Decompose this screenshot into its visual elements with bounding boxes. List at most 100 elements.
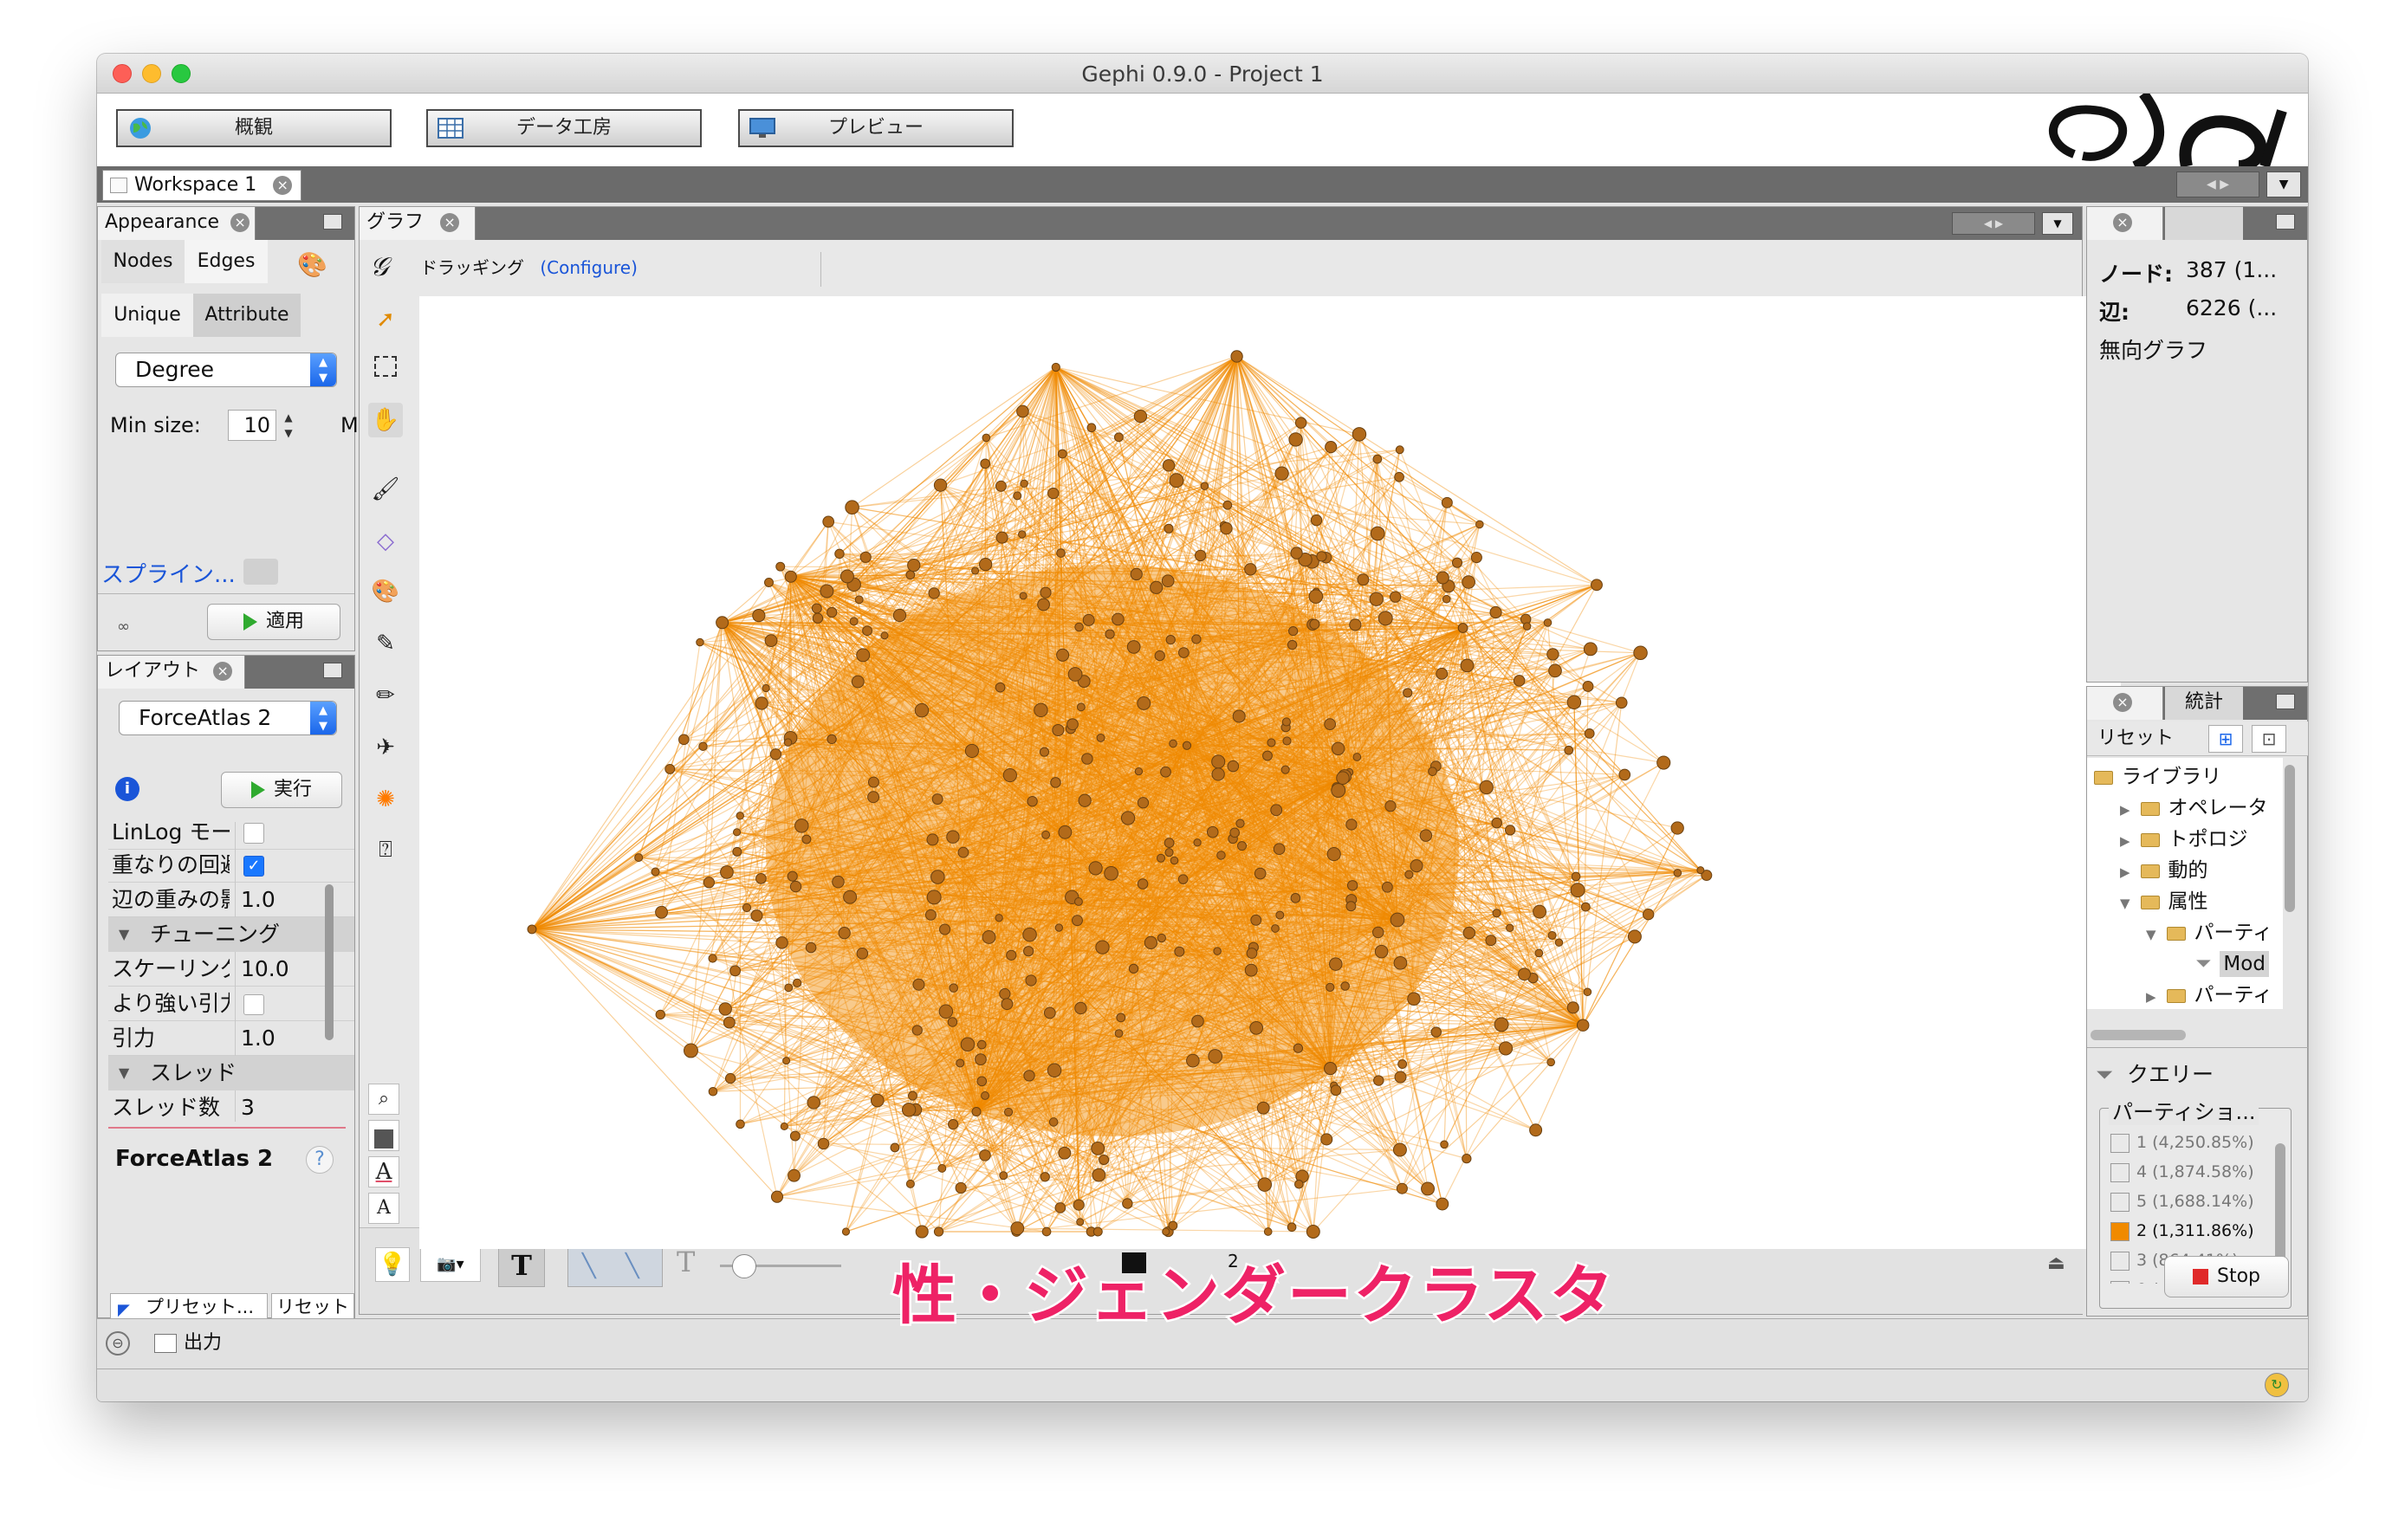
workspace-menu-button[interactable]: ▼ xyxy=(2266,171,2301,197)
configure-link[interactable]: (Configure) xyxy=(540,257,638,278)
tree-hscrollbar[interactable] xyxy=(2091,1030,2186,1040)
property-value[interactable]: 10.0 xyxy=(235,952,354,987)
property-checkbox[interactable] xyxy=(243,994,264,1015)
overview-mode-button[interactable]: 概観 xyxy=(116,109,392,147)
close-layout-icon[interactable]: × xyxy=(213,662,233,681)
workspace-tab[interactable]: Workspace 1 × xyxy=(102,170,301,201)
shortest-path-icon[interactable]: ✈ xyxy=(368,730,403,765)
graph-nav-arrows[interactable]: ◀ ▶ xyxy=(1952,212,2035,235)
min-size-input[interactable]: 10 xyxy=(228,410,276,441)
property-value[interactable]: 1.0 xyxy=(235,883,354,917)
partition-checkbox[interactable] xyxy=(2110,1280,2129,1284)
nodes-tab[interactable]: Nodes xyxy=(101,240,185,283)
show-labels-icon[interactable]: T xyxy=(498,1244,545,1287)
appearance-tab[interactable]: Appearance × xyxy=(98,207,256,240)
filter-tree-item[interactable]: ▼ 属性 xyxy=(2120,886,2208,917)
filter-tree-item[interactable]: ▶ オペレータ xyxy=(2120,793,2268,824)
expand-toolbar-icon[interactable]: ⏏ xyxy=(2047,1252,2065,1274)
heat-map-icon[interactable]: ✺ xyxy=(368,782,403,817)
partition-item[interactable]: 5 (1,688.14%) xyxy=(2110,1187,2254,1216)
partition-checkbox[interactable] xyxy=(2110,1192,2129,1212)
select-cursor-icon[interactable]: ➚ xyxy=(368,302,403,337)
partition-item[interactable]: 2 (1,311.86%) xyxy=(2110,1216,2254,1246)
edge-display-toggles[interactable]: ╲ ╲ xyxy=(567,1244,663,1287)
partition-checkbox[interactable] xyxy=(2110,1251,2129,1271)
close-filters-icon[interactable]: × xyxy=(2113,693,2132,712)
partition-checkbox[interactable] xyxy=(2110,1162,2129,1182)
workspace-nav-arrows[interactable]: ◀ ▶ xyxy=(2176,171,2259,197)
presets-button[interactable]: ◤ プリセット... xyxy=(110,1293,268,1321)
attribute-tab[interactable]: Attribute xyxy=(193,294,301,337)
partition-checkbox[interactable] xyxy=(2110,1133,2129,1153)
minimize-context-icon[interactable] xyxy=(2276,214,2295,230)
background-color-icon[interactable] xyxy=(368,1120,399,1151)
save-filter-icon[interactable]: ⊡ xyxy=(2252,725,2286,753)
attribute-select[interactable]: Degree ▲ ▼ xyxy=(115,353,337,387)
text-color-icon[interactable]: A xyxy=(368,1156,399,1187)
rectangle-select-icon[interactable] xyxy=(368,353,403,387)
property-value[interactable]: 3 xyxy=(235,1090,354,1122)
layout-algorithm-select[interactable]: ForceAtlas 2 ▲ ▼ xyxy=(119,701,337,735)
pencil-icon[interactable]: ✎ xyxy=(368,626,403,661)
graph-menu-button[interactable]: ▼ xyxy=(2042,212,2073,235)
minimize-layout-icon[interactable] xyxy=(323,663,342,678)
filter-tree-item[interactable]: ⏷ Mod xyxy=(2172,948,2269,980)
edit-cursor-icon[interactable]: ⍰ xyxy=(368,832,403,867)
minimize-panel-icon[interactable] xyxy=(323,214,342,230)
diamond-icon[interactable]: ◇ xyxy=(368,524,403,559)
property-checkbox[interactable]: ✓ xyxy=(243,856,264,877)
partition-item[interactable]: 1 (4,250.85%) xyxy=(2110,1128,2254,1157)
properties-scrollbar[interactable] xyxy=(325,884,334,1040)
filter-tree-item[interactable]: ▶ トポロジ xyxy=(2120,824,2248,855)
edges-tab[interactable]: Edges xyxy=(185,240,268,283)
filter-tree-item[interactable]: ▶ パーティ xyxy=(2146,980,2272,1009)
color-wheel-icon[interactable]: 🎨 xyxy=(368,574,403,609)
link-icon[interactable]: ∞ xyxy=(117,618,130,636)
spline-link[interactable]: スプライン... xyxy=(101,557,236,589)
update-notification-icon[interactable]: ↻ xyxy=(2265,1373,2289,1397)
partition-scrollbar[interactable] xyxy=(2275,1143,2285,1273)
spline-curve-icon[interactable] xyxy=(243,559,278,585)
preview-mode-button[interactable]: プレビュー xyxy=(738,109,1014,147)
property-section[interactable]: ▼ スレッド xyxy=(108,1056,354,1090)
filter-tree-item[interactable]: ライブラリ xyxy=(2094,761,2221,793)
filters-tab[interactable]: × xyxy=(2087,687,2163,720)
help-icon[interactable]: ? xyxy=(306,1146,334,1174)
run-layout-button[interactable]: 実行 xyxy=(221,772,342,808)
data-lab-mode-button[interactable]: データ工房 xyxy=(426,109,702,147)
context-tab[interactable]: × xyxy=(2087,207,2163,240)
palette-icon[interactable]: 🎨 xyxy=(297,250,327,279)
brush-icon[interactable]: 🖌 xyxy=(368,472,403,507)
property-value[interactable]: 1.0 xyxy=(235,1021,354,1056)
lightbulb-icon[interactable]: 💡 xyxy=(375,1247,410,1282)
info-icon[interactable]: i xyxy=(115,777,139,801)
filters-reset-button[interactable]: リセット xyxy=(2091,725,2186,753)
font-size-icon[interactable]: A xyxy=(368,1193,399,1224)
tree-scrollbar[interactable] xyxy=(2285,765,2295,912)
context-tab-2[interactable] xyxy=(2165,207,2243,240)
close-appearance-icon[interactable]: × xyxy=(230,213,250,232)
apply-button[interactable]: 適用 xyxy=(207,604,340,640)
graph-tab[interactable]: グラフ × xyxy=(360,207,476,240)
layout-tab[interactable]: レイアウト × xyxy=(98,656,245,689)
close-workspace-icon[interactable]: × xyxy=(273,176,293,195)
stop-filter-button[interactable]: Stop xyxy=(2164,1256,2289,1297)
slider-handle[interactable] xyxy=(732,1254,756,1278)
restore-window-icon[interactable]: ⊖ xyxy=(106,1331,130,1356)
minimize-filters-icon[interactable] xyxy=(2276,694,2295,709)
close-context-icon[interactable]: × xyxy=(2113,213,2132,232)
property-section[interactable]: ▼ チューニング xyxy=(108,917,354,952)
output-button[interactable]: 出力 xyxy=(154,1328,222,1359)
statistics-tab[interactable]: 統計 xyxy=(2165,687,2243,720)
close-graph-icon[interactable]: × xyxy=(440,213,460,232)
partition-item[interactable]: 4 (1,874.58%) xyxy=(2110,1157,2254,1187)
filter-tree-item[interactable]: ▼ パーティ xyxy=(2146,917,2272,948)
drag-hand-icon[interactable]: ✋ xyxy=(368,403,403,437)
property-checkbox[interactable] xyxy=(243,823,264,844)
label-size-icon[interactable]: T xyxy=(677,1246,695,1278)
zoom-fit-icon[interactable]: ⌕ xyxy=(368,1084,399,1115)
layout-reset-button[interactable]: リセット xyxy=(271,1293,354,1321)
edge-pencil-icon[interactable]: ✏ xyxy=(368,678,403,713)
screenshot-icon[interactable]: 📷▾ xyxy=(420,1247,481,1282)
unique-tab[interactable]: Unique xyxy=(101,294,193,337)
